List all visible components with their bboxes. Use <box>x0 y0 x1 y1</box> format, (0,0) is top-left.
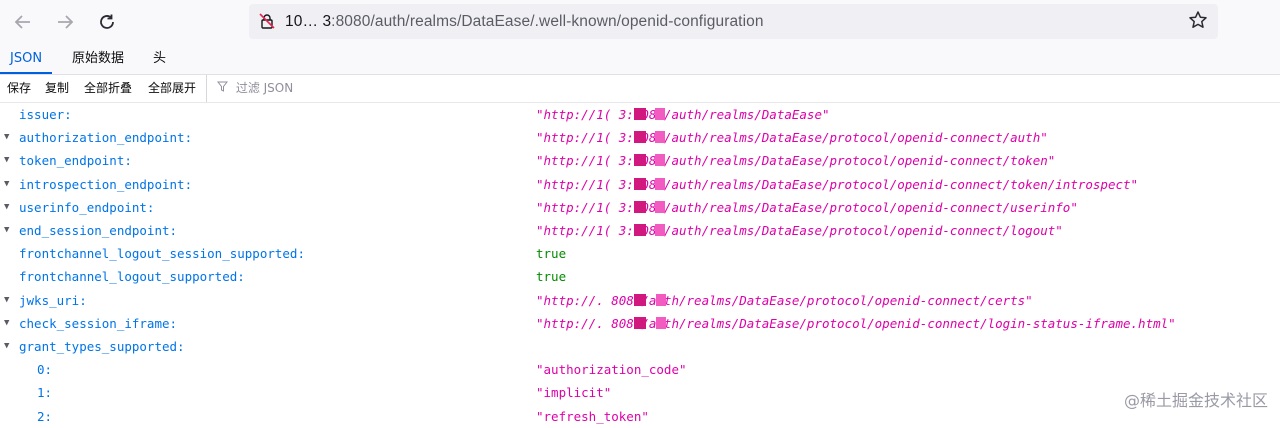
reload-icon[interactable] <box>92 7 122 37</box>
redaction-mark <box>655 131 665 144</box>
url-text[interactable]: 10… 3:8080/auth/realms/DataEase/.well-kn… <box>285 13 764 31</box>
url-bar[interactable]: 10… 3:8080/auth/realms/DataEase/.well-kn… <box>249 4 1218 39</box>
expand-triangle-icon[interactable]: ▼ <box>4 126 9 149</box>
filter-json-input[interactable]: 过滤 JSON <box>206 75 293 102</box>
json-key: token_endpoint: <box>19 153 132 169</box>
json-row[interactable]: ▼ userinfo_endpoint: "http://1( 3:8080/aut… <box>0 196 1280 219</box>
redaction-mark <box>634 316 646 329</box>
json-key: check_session_iframe: <box>19 315 178 331</box>
redaction-mark <box>656 293 666 306</box>
json-key: issuer: <box>19 107 72 122</box>
json-key: frontchannel_logout_supported: <box>19 269 245 285</box>
json-key: userinfo_endpoint: <box>19 199 155 215</box>
insecure-lock-icon[interactable] <box>259 13 275 29</box>
tab-raw-data[interactable]: 原始数据 <box>62 44 134 74</box>
redaction-mark <box>655 224 665 236</box>
browser-toolbar: 10… 3:8080/auth/realms/DataEase/.well-kn… <box>0 0 1280 45</box>
json-value: true <box>536 246 567 262</box>
arrow-right-icon[interactable] <box>50 7 80 37</box>
json-row[interactable]: ▼ jwks_uri: "http://. 8080/auth/realms/Dat… <box>0 289 1280 312</box>
json-value: "http://. 8080/auth/realms/DataEase/prot… <box>536 315 1176 331</box>
json-value: "implicit" <box>536 385 612 401</box>
redaction-mark <box>634 154 646 167</box>
json-key: end_session_endpoint: <box>19 223 178 238</box>
expand-triangle-icon[interactable]: ▼ <box>4 289 9 312</box>
json-value: "authorization_code" <box>536 362 687 378</box>
viewer-tabs: JSON 原始数据 头 <box>0 44 1280 75</box>
redaction-mark <box>655 108 665 120</box>
json-row[interactable]: 0: "authorization_code" <box>0 358 1280 381</box>
expand-triangle-icon[interactable]: ▼ <box>4 312 9 335</box>
json-row[interactable]: frontchannel_logout_session_supported: tr… <box>0 242 1280 265</box>
redaction-mark <box>634 108 646 120</box>
json-value: "http://1( 3:8080/auth/realms/DataEase/p… <box>536 153 1056 169</box>
json-key: 1: <box>37 385 53 401</box>
filter-placeholder: 过滤 JSON <box>235 81 294 95</box>
star-icon[interactable] <box>1188 10 1208 35</box>
json-row[interactable]: ▼ grant_types_supported: <box>0 335 1280 358</box>
expand-triangle-icon[interactable]: ▼ <box>4 219 9 242</box>
redaction-mark <box>655 177 665 190</box>
redaction-mark <box>656 316 666 329</box>
expand-triangle-icon[interactable]: ▼ <box>4 173 9 196</box>
filter-icon <box>216 81 232 95</box>
json-key: jwks_uri: <box>19 292 87 308</box>
json-tree: issuer: "http://1( 3:8080/auth/realms/Dat… <box>0 103 1280 424</box>
json-action-bar: 保存 复制 全部折叠 全部展开 过滤 JSON <box>0 75 1280 103</box>
redaction-mark <box>634 131 646 144</box>
json-row[interactable]: frontchannel_logout_supported: true <box>0 265 1280 288</box>
json-row[interactable]: ▼ authorization_endpoint: "http://1( 3:808… <box>0 126 1280 149</box>
expand-triangle-icon[interactable]: ▼ <box>4 335 9 358</box>
json-value: "http://. 8080/auth/realms/DataEase/prot… <box>536 292 1033 308</box>
redaction-mark <box>655 200 665 213</box>
tab-json[interactable]: JSON <box>0 44 53 74</box>
expand-triangle-icon[interactable]: ▼ <box>4 149 9 172</box>
json-row[interactable]: 1: "implicit" <box>0 381 1280 404</box>
json-row[interactable]: ▼ token_endpoint: "http://1( 3:8080/auth/r… <box>0 149 1280 172</box>
json-value: "http://1( 3:8080/auth/realms/DataEase/p… <box>536 199 1078 215</box>
json-value: "http://1( 3:8080/auth/realms/DataEase/p… <box>536 176 1139 192</box>
json-row[interactable]: 2: "refresh_token" <box>0 405 1280 428</box>
redaction-mark <box>634 200 646 213</box>
json-value: true <box>536 269 567 285</box>
url-path: :8080/auth/realms/DataEase/.well-known/o… <box>331 12 764 30</box>
json-key: introspection_endpoint: <box>19 176 193 192</box>
json-key: authorization_endpoint: <box>19 130 193 146</box>
collapse-all-button[interactable]: 全部折叠 <box>84 75 132 102</box>
json-value: "http://1( 3:8080/auth/realms/DataEase/p… <box>536 223 1063 238</box>
expand-all-button[interactable]: 全部展开 <box>148 75 196 102</box>
arrow-left-icon[interactable] <box>8 7 38 37</box>
save-button[interactable]: 保存 <box>7 75 31 102</box>
json-key: frontchannel_logout_session_supported: <box>19 246 305 262</box>
json-key: 2: <box>37 408 53 424</box>
json-row[interactable]: issuer: "http://1( 3:8080/auth/realms/Dat… <box>0 103 1280 126</box>
json-value: "http://1( 3:8080/auth/realms/DataEase" <box>536 107 830 122</box>
redaction-mark <box>655 154 665 167</box>
json-row[interactable]: ▼ introspection_endpoint: "http://1( 3:808… <box>0 173 1280 196</box>
redaction-mark <box>634 177 646 190</box>
tab-headers[interactable]: 头 <box>143 44 176 74</box>
watermark-text: @稀土掘金技术社区 <box>1123 391 1268 410</box>
redaction-mark <box>634 293 646 306</box>
json-row[interactable]: ▼ end_session_endpoint: "http://1( 3:8080/… <box>0 219 1280 242</box>
json-value: "http://1( 3:8080/auth/realms/DataEase/p… <box>536 130 1048 146</box>
url-host: 10… 3 <box>285 12 332 30</box>
expand-triangle-icon[interactable]: ▼ <box>4 196 9 219</box>
copy-button[interactable]: 复制 <box>45 75 69 102</box>
json-value: "refresh_token" <box>536 408 649 424</box>
json-key: grant_types_supported: <box>19 339 185 354</box>
json-key: 0: <box>37 362 53 378</box>
redaction-mark <box>634 224 646 236</box>
json-row[interactable]: ▼ check_session_iframe: "http://. 8080/aut… <box>0 312 1280 335</box>
